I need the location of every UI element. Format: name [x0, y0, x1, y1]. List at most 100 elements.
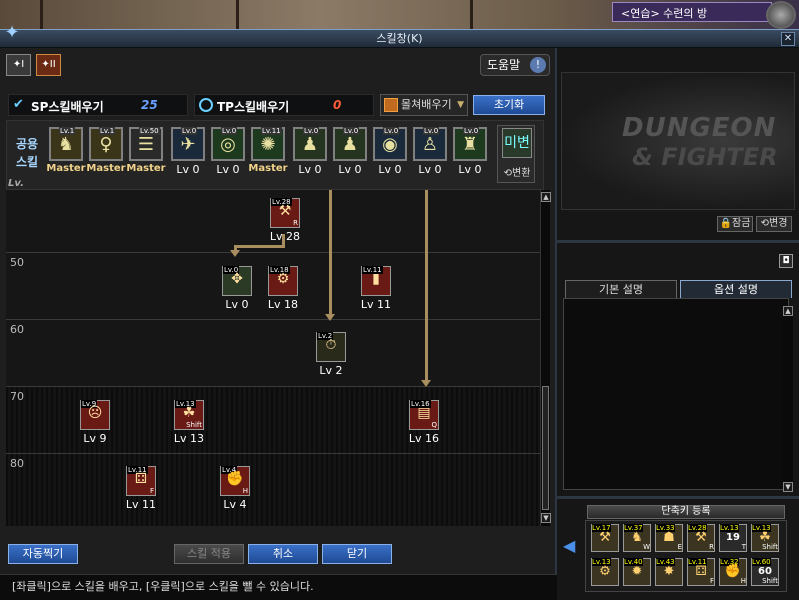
- auto-assign-button[interactable]: 자동찍기: [8, 544, 78, 564]
- quickslot-item[interactable]: Lv.40 ✹: [623, 558, 651, 586]
- help-icon: !: [530, 57, 546, 73]
- skill-hotkey: Q: [431, 421, 437, 429]
- info-panel: DUNGEON & FIGHTER 🔒잠금 ⟲변경 ◘ 기본 설명 옵션 설명 …: [557, 48, 799, 600]
- chevron-down-icon: ▼: [457, 100, 464, 110]
- lock-button[interactable]: 🔒잠금: [717, 216, 753, 232]
- skill-icon: ☘: [182, 405, 196, 421]
- quickslot-panel: Lv.17 ⚒ Lv.37 ♞ W Lv.33 ☗ E Lv.28 ⚒ R Lv.13 19 T Lv.13…: [585, 520, 787, 592]
- skill-icon: ♙: [421, 134, 439, 155]
- skill-tree-slot[interactable]: Lv.16 ▤ Q: [409, 400, 439, 430]
- skill-hotkey: Shift: [762, 543, 778, 551]
- tab-option-description[interactable]: 옵션 설명: [680, 280, 792, 298]
- skill-tree-slot[interactable]: Lv.13 ☘ Shift: [174, 400, 204, 430]
- common-skill-slot[interactable]: Lv.0 ♜: [453, 127, 487, 161]
- skill-level-label: Lv 16: [408, 432, 440, 445]
- skill-tree-slot[interactable]: Lv.4 ✊ H: [220, 466, 250, 496]
- quickslot-item[interactable]: Lv.60 60 Shift: [751, 558, 779, 586]
- quickslot-item[interactable]: Lv.43 ✸: [655, 558, 683, 586]
- common-skill-slot[interactable]: Lv.0 ◎: [211, 127, 245, 161]
- skill-level-label: Lv 2: [319, 364, 343, 377]
- skill-icon: ☰: [137, 134, 155, 155]
- quickslot-title: 단축키 등록: [587, 505, 785, 519]
- skill-icon: ▤: [417, 405, 431, 421]
- scroll-down-icon[interactable]: ▼: [783, 482, 793, 492]
- common-skill-slot[interactable]: Lv.0 ♟: [293, 127, 327, 161]
- common-skill-level: Master: [126, 163, 166, 174]
- skill-tree-scrollbar[interactable]: ▲ ▼: [540, 190, 551, 526]
- quickslot-item[interactable]: Lv.11 ⚃ F: [687, 558, 715, 586]
- level-label-60: 60: [10, 323, 24, 336]
- quickslot-item[interactable]: Lv.17 ⚒: [591, 524, 619, 552]
- skill-icon: ⚒: [278, 203, 292, 219]
- scroll-up-icon[interactable]: ▲: [541, 192, 551, 202]
- skill-level-label: Lv 4: [223, 498, 247, 511]
- skill-hotkey: E: [677, 543, 682, 551]
- quickslot-item[interactable]: Lv.33 ☗ E: [655, 524, 683, 552]
- skill-tree-slot[interactable]: Lv.11 ⚃ F: [126, 466, 156, 496]
- skill-tree-slot[interactable]: Lv.28 ⚒ R: [270, 198, 300, 228]
- common-skill-slot[interactable]: Lv.0 ♙: [413, 127, 447, 161]
- sp-learn-row: ✔ SP스킬배우기 25: [8, 94, 188, 116]
- description-scrollbar[interactable]: ▲ ▼: [783, 306, 793, 492]
- skill-hotkey: F: [149, 487, 154, 495]
- location-label: <연습> 수련의 방: [612, 2, 772, 22]
- quickslot-item[interactable]: Lv.13 ☘ Shift: [751, 524, 779, 552]
- window-logo-icon: ✦: [4, 22, 20, 43]
- common-skill-slot[interactable]: Lv.0 ♟: [333, 127, 367, 161]
- sp-value: 25: [141, 98, 158, 112]
- skill-tree-slot[interactable]: Lv.9 ☹: [80, 400, 110, 430]
- skill-hotkey: H: [242, 487, 248, 495]
- skill-icon: ✊: [226, 471, 244, 487]
- arrow-left-icon[interactable]: ◀: [563, 536, 575, 555]
- skill-window-titlebar[interactable]: ✦ 스킬창(K) ✕: [0, 24, 799, 48]
- common-skill-slot[interactable]: Lv.1 ♀: [89, 127, 123, 161]
- common-skill-level: Lv 0: [298, 163, 322, 176]
- skill-tree-slot[interactable]: Lv.0 ✥: [222, 266, 252, 296]
- help-button[interactable]: 도움말 !: [480, 54, 550, 76]
- common-skill-slot[interactable]: Lv.1 ♞: [49, 127, 83, 161]
- quickslot-item[interactable]: Lv.13 19 T: [719, 524, 747, 552]
- cancel-button[interactable]: 취소: [248, 544, 318, 564]
- skill-icon: ♜: [461, 134, 479, 155]
- skill-link-line: [425, 190, 428, 380]
- scroll-thumb[interactable]: [542, 386, 549, 510]
- apply-skill-button[interactable]: 스킬 적용: [174, 544, 244, 564]
- quickslot-item[interactable]: Lv.37 ♞ W: [623, 524, 651, 552]
- skill-icon: ⚃: [134, 471, 148, 487]
- skill-hotkey: H: [740, 577, 746, 585]
- quickslot-item[interactable]: Lv.32 ✊ H: [719, 558, 747, 586]
- skill-tree-slot[interactable]: Lv.11 ▮: [361, 266, 391, 296]
- checkmark-icon: ✔: [13, 97, 24, 112]
- skill-icon: ✹: [631, 564, 643, 579]
- close-button[interactable]: 닫기: [322, 544, 392, 564]
- sp-label: SP스킬배우기: [31, 100, 104, 114]
- skill-icon: ◉: [382, 134, 398, 155]
- change-button[interactable]: ⟲변경: [756, 216, 792, 232]
- quickslot-item[interactable]: Lv.13 ⚙: [591, 558, 619, 586]
- common-skill-slot[interactable]: Lv.0 ✈: [171, 127, 205, 161]
- scroll-down-icon[interactable]: ▼: [541, 513, 551, 523]
- scroll-up-icon[interactable]: ▲: [783, 306, 793, 316]
- common-skill-slot[interactable]: Lv.11 ✺: [251, 127, 285, 161]
- minimap-icon[interactable]: [766, 1, 796, 29]
- game-logo-line1: DUNGEON: [622, 113, 777, 143]
- skill-icon: ✺: [260, 134, 276, 155]
- skill-icon: ⏱: [325, 337, 337, 353]
- common-skill-slot[interactable]: Lv.50 ☰: [129, 127, 163, 161]
- close-icon[interactable]: ✕: [781, 32, 795, 46]
- convert-button[interactable]: 미변 ⟲변환: [497, 125, 535, 183]
- skill-hotkey: R: [293, 219, 298, 227]
- skill-tree-slot[interactable]: Lv.2 ⏱: [316, 332, 346, 362]
- skill-tree-slot[interactable]: Lv.18 ⚙: [268, 266, 298, 296]
- skill-level-tag: Lv.13: [720, 524, 739, 532]
- tp-learn-row: TP스킬배우기 0: [194, 94, 374, 116]
- tab-basic-description[interactable]: 기본 설명: [565, 280, 677, 298]
- skill-icon: ▮: [372, 271, 380, 287]
- tab-skill-2[interactable]: ✦II: [36, 54, 61, 76]
- common-skill-slot[interactable]: Lv.0 ◉: [373, 127, 407, 161]
- reset-button[interactable]: 초기화: [473, 95, 545, 115]
- quickslot-item[interactable]: Lv.28 ⚒ R: [687, 524, 715, 552]
- bulk-learn-dropdown[interactable]: 몰쳐배우기 ▼: [380, 94, 468, 116]
- camera-icon[interactable]: ◘: [779, 254, 793, 268]
- tab-skill-1[interactable]: ✦I: [6, 54, 31, 76]
